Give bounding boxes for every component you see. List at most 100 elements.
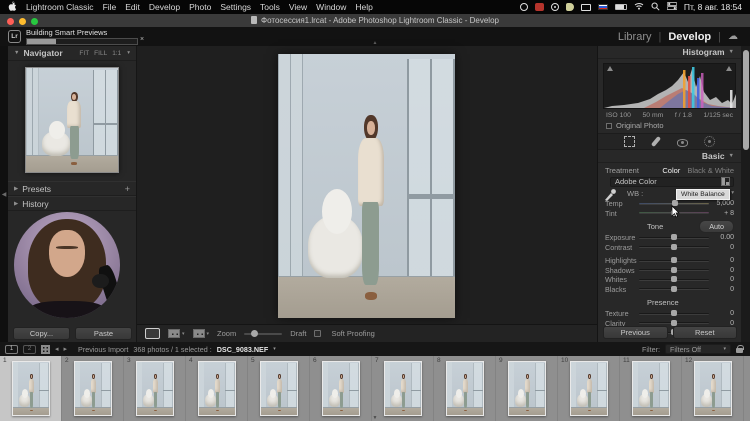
module-library[interactable]: Library — [618, 31, 652, 43]
filter-lock-icon[interactable] — [736, 345, 743, 354]
chevron-down-icon[interactable]: ▾ — [127, 50, 130, 56]
zoom-window-button[interactable] — [31, 18, 38, 25]
slider-knob[interactable] — [671, 257, 677, 263]
thumbnail-image[interactable] — [74, 361, 112, 416]
filmstrip-thumbnail[interactable]: 9 — [496, 356, 558, 421]
thumbnail-image[interactable] — [508, 361, 546, 416]
filmstrip-thumbnail[interactable]: 8 — [434, 356, 496, 421]
slider-track[interactable] — [639, 269, 709, 271]
slider-knob[interactable] — [671, 286, 677, 292]
cloud-sync-icon[interactable]: ☁ — [728, 31, 738, 42]
slider-value[interactable]: 0 — [709, 257, 734, 264]
menu-item[interactable]: Window — [316, 2, 346, 12]
slider-knob[interactable] — [671, 310, 677, 316]
navigator-zoom-option[interactable]: 1:1 — [112, 50, 121, 57]
main-photo[interactable] — [278, 54, 455, 318]
red-eye-tool-icon[interactable] — [677, 139, 688, 147]
chevron-down-icon[interactable]: ▾ — [273, 346, 276, 352]
filmstrip-thumbnail[interactable]: 4 — [186, 356, 248, 421]
treatment-bw-option[interactable]: Black & White — [687, 166, 734, 175]
auto-tone-button[interactable]: Auto — [699, 220, 734, 233]
menu-item[interactable]: Help — [355, 2, 372, 12]
white-balance-eyedropper-icon[interactable] — [603, 187, 617, 204]
navigator-zoom-option[interactable]: FIT — [79, 50, 89, 57]
thumbnail-image[interactable] — [694, 361, 732, 416]
add-preset-button[interactable]: + — [125, 184, 130, 194]
filmstrip-filename[interactable]: DSC_9083.NEF — [217, 345, 269, 354]
masking-tool-icon[interactable] — [704, 136, 715, 147]
filmstrip-thumbnail[interactable]: 11 — [620, 356, 682, 421]
display-icon[interactable] — [581, 4, 591, 11]
zoom-slider-knob[interactable] — [251, 330, 258, 337]
histogram-header[interactable]: Histogram ▼ — [598, 46, 741, 59]
search-icon[interactable] — [651, 2, 660, 13]
history-header[interactable]: ▶ History — [8, 196, 136, 211]
filter-select[interactable]: Filters Off ▾ — [665, 344, 731, 354]
soft-proofing-checkbox[interactable] — [314, 330, 321, 337]
slider-value[interactable]: 0 — [709, 267, 734, 274]
filmstrip-collapse-arrow[interactable]: ▼ — [373, 415, 378, 421]
menu-item[interactable]: Lightroom Classic — [26, 2, 94, 12]
filmstrip-thumbnail[interactable]: 5 — [248, 356, 310, 421]
menu-item[interactable]: Tools — [260, 2, 280, 12]
grid-view-icon[interactable] — [41, 345, 50, 354]
paste-button[interactable]: Paste — [75, 327, 132, 340]
keyboard-language-flag-icon[interactable] — [598, 4, 608, 10]
record-icon[interactable] — [520, 3, 528, 11]
slider-knob[interactable] — [671, 234, 677, 240]
apple-menu-icon[interactable] — [8, 1, 17, 13]
notification-icon[interactable] — [566, 3, 574, 11]
slider-track[interactable] — [639, 279, 709, 281]
camera-app-icon[interactable] — [535, 3, 544, 11]
slider-track[interactable] — [639, 288, 709, 290]
scrollbar-thumb[interactable] — [743, 50, 749, 150]
navigator-zoom-option[interactable]: FILL — [94, 50, 107, 57]
treatment-color-option[interactable]: Color — [662, 166, 680, 175]
go-forward-icon[interactable]: ▸ — [64, 345, 68, 353]
minimize-window-button[interactable] — [19, 18, 26, 25]
close-window-button[interactable] — [7, 18, 14, 25]
thumbnail-image[interactable] — [260, 361, 298, 416]
copy-button[interactable]: Copy... — [13, 327, 70, 340]
menu-clock[interactable]: Пт, 8 авг. 18:54 — [684, 2, 742, 12]
slider-knob[interactable] — [671, 320, 677, 326]
basic-header[interactable]: Basic ▼ — [598, 150, 741, 163]
zoom-slider[interactable] — [244, 333, 282, 335]
second-window-icon[interactable]: 2 — [23, 345, 36, 354]
healing-tool-icon[interactable] — [651, 136, 661, 147]
profile-select[interactable]: Adobe Color — [610, 177, 734, 187]
menu-item[interactable]: File — [103, 2, 117, 12]
right-panel-scrollbar[interactable] — [741, 46, 750, 342]
menu-item[interactable]: Edit — [125, 2, 140, 12]
screen-record-icon[interactable] — [551, 3, 559, 11]
thumbnail-image[interactable] — [12, 361, 50, 416]
slider-value[interactable]: 0 — [709, 310, 734, 317]
thumbnail-image[interactable] — [198, 361, 236, 416]
presets-header[interactable]: ▶ Presets + — [8, 181, 136, 196]
profile-browser-icon[interactable] — [722, 178, 729, 185]
slider-value[interactable]: 0 — [709, 276, 734, 283]
wifi-icon[interactable] — [634, 2, 644, 12]
cancel-progress-button[interactable]: × — [140, 36, 144, 43]
slider-value[interactable]: 0 — [709, 286, 734, 293]
menu-item[interactable]: View — [289, 2, 307, 12]
menu-item[interactable]: Settings — [220, 2, 251, 12]
filmstrip-thumbnail[interactable]: 10 — [558, 356, 620, 421]
slider-knob[interactable] — [671, 267, 677, 273]
navigator-header[interactable]: ▼ Navigator FITFILL1:1 ▾ — [8, 46, 136, 61]
window-title-bar[interactable]: Фотосессия1.lrcat - Adobe Photoshop Ligh… — [0, 14, 750, 27]
slider-track[interactable] — [639, 322, 709, 324]
slider-value[interactable]: 0 — [709, 244, 734, 251]
thumbnail-image[interactable] — [632, 361, 670, 416]
slider-track[interactable] — [639, 313, 709, 315]
filmstrip-source[interactable]: Previous Import — [78, 345, 128, 354]
slider-track[interactable] — [639, 246, 709, 248]
previous-button[interactable]: Previous — [603, 326, 668, 339]
filmstrip-thumbnail[interactable]: 12 — [682, 356, 744, 421]
menu-item[interactable]: Develop — [149, 2, 180, 12]
before-after-view-icon[interactable]: ▾ — [193, 329, 210, 338]
filmstrip-thumbnail[interactable]: 2 — [62, 356, 124, 421]
original-photo-checkbox[interactable] — [606, 123, 612, 129]
tint-value[interactable]: + 8 — [709, 210, 734, 217]
filmstrip-thumbnail[interactable]: 1 — [0, 356, 62, 421]
